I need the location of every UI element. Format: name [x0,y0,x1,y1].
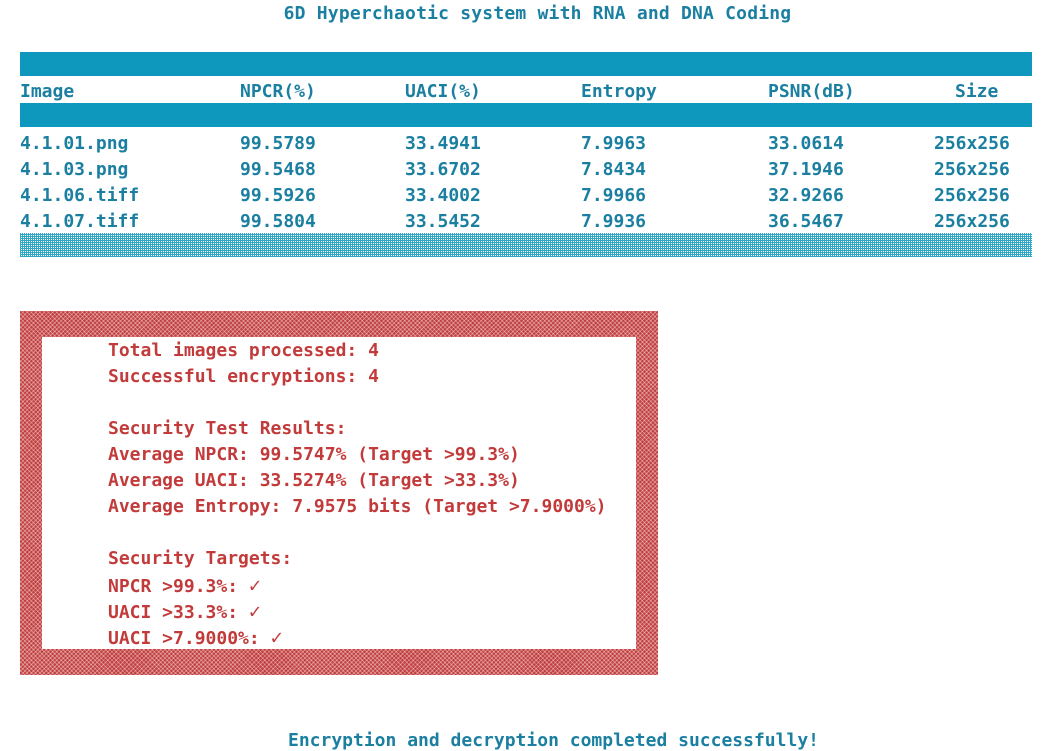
cell-psnr: 32.9266 [768,185,844,206]
completion-message: Encryption and decryption completed succ… [287,730,819,751]
table-row: 4.1.01.png 99.5789 33.4941 7.9963 33.061… [20,132,1032,156]
cell-npcr: 99.5468 [240,159,316,180]
header-image: Image [20,81,75,102]
table-top-bar [20,52,1032,76]
check-icon: ✓ [248,599,261,623]
cell-npcr: 99.5789 [240,133,316,154]
table-row: 4.1.06.tiff 99.5926 33.4002 7.9966 32.92… [20,184,1032,208]
cell-size: 256x256 [934,159,1010,180]
header-psnr: PSNR(dB) [768,81,855,102]
header-entropy: Entropy [581,81,657,102]
successful-encryptions-line: Successful encryptions: 4 [108,366,379,387]
cell-uaci: 33.6702 [405,159,481,180]
check-icon: ✓ [248,573,261,597]
cell-size: 256x256 [934,185,1010,206]
cell-npcr: 99.5804 [240,211,316,232]
cell-size: 256x256 [934,133,1010,154]
target-npcr-label: NPCR >99.3%: [108,576,249,597]
cell-entropy: 7.8434 [581,159,647,180]
average-uaci-line: Average UACI: 33.5274% (Target >33.3%) [108,470,520,491]
target-uaci-label: UACI >33.3%: [108,602,249,623]
cell-entropy: 7.9966 [581,185,647,206]
cell-uaci: 33.4002 [405,185,481,206]
cell-image: 4.1.03.png [20,159,129,180]
security-targets-heading: Security Targets: [108,548,293,569]
cell-image: 4.1.06.tiff [20,185,140,206]
table-row: 4.1.07.tiff 99.5804 33.5452 7.9936 36.54… [20,210,1032,234]
cell-psnr: 36.5467 [768,211,844,232]
summary-content: Total images processed: 4 Successful enc… [42,337,636,649]
cell-psnr: 33.0614 [768,133,844,154]
cell-uaci: 33.5452 [405,211,481,232]
target-uaci-line: UACI >33.3%: ✓ [108,598,261,626]
security-results-heading: Security Test Results: [108,418,347,439]
cell-entropy: 7.9936 [581,211,647,232]
average-entropy-line: Average Entropy: 7.9575 bits (Target >7.… [108,496,607,517]
header-npcr: NPCR(%) [240,81,316,102]
cell-size: 256x256 [934,211,1010,232]
cell-entropy: 7.9963 [581,133,647,154]
table-separator-bar [20,103,1032,127]
cell-image: 4.1.07.tiff [20,211,140,232]
target-entropy-label: UACI >7.9000%: [108,628,271,649]
report-title: 6D Hyperchaotic system with RNA and DNA … [283,3,792,24]
cell-image: 4.1.01.png [20,133,129,154]
summary-box: Total images processed: 4 Successful enc… [20,311,658,675]
total-images-line: Total images processed: 4 [108,340,379,361]
table-bottom-bar [20,233,1032,257]
header-uaci: UACI(%) [405,81,481,102]
cell-uaci: 33.4941 [405,133,481,154]
table-header-row: Image NPCR(%) UACI(%) Entropy PSNR(dB) S… [20,80,1032,104]
check-icon: ✓ [270,625,283,649]
cell-npcr: 99.5926 [240,185,316,206]
header-size: Size [955,81,999,102]
target-entropy-line: UACI >7.9000%: ✓ [108,624,283,652]
cell-psnr: 37.1946 [768,159,844,180]
table-row: 4.1.03.png 99.5468 33.6702 7.8434 37.194… [20,158,1032,182]
target-npcr-line: NPCR >99.3%: ✓ [108,572,261,600]
average-npcr-line: Average NPCR: 99.5747% (Target >99.3%) [108,444,520,465]
